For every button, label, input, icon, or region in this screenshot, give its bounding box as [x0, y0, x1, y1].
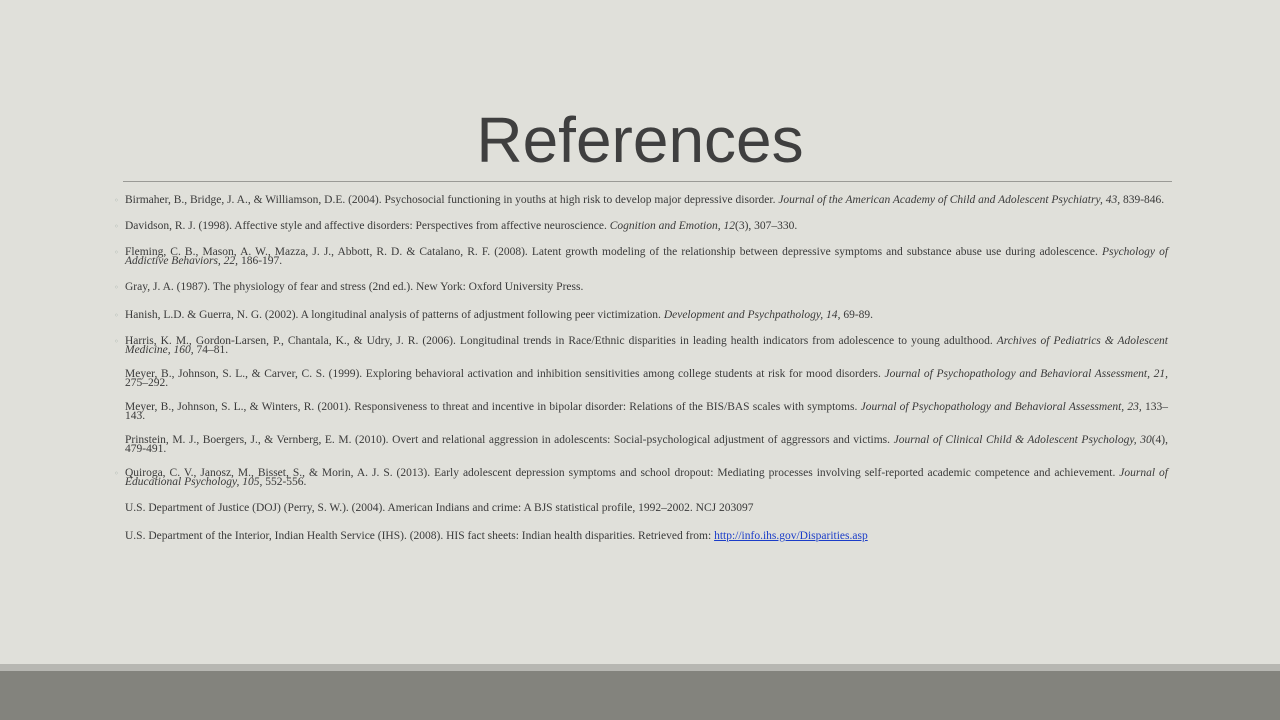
reference-text: Meyer, B., Johnson, S. L., & Carver, C. …: [125, 368, 885, 380]
reference-text: Hanish, L.D. & Guerra, N. G. (2002). A l…: [125, 309, 664, 321]
bullet-icon: ◦: [114, 311, 119, 320]
reference-link[interactable]: http://info.ihs.gov/Disparities.asp: [714, 530, 868, 542]
reference-text: 552-556.: [262, 476, 307, 488]
footer-stripe: [0, 664, 1280, 671]
title-divider: [123, 181, 1172, 182]
reference-source: Journal of the American Academy of Child…: [778, 194, 1121, 206]
reference-item: ◦ Davidson, R. J. (1998). Affective style…: [114, 220, 1168, 233]
reference-item: ◦ Gray, J. A. (1987). The physiology of f…: [114, 281, 1168, 294]
reference-item: ◦ Hanish, L.D. & Guerra, N. G. (2002). A …: [114, 309, 1168, 322]
reference-text: 74–81.: [193, 344, 229, 356]
reference-text: Meyer, B., Johnson, S. L., & Winters, R.…: [125, 401, 861, 413]
reference-item: ◦ Birmaher, B., Bridge, J. A., & Williams…: [114, 194, 1168, 206]
reference-text: Prinstein, M. J., Boergers, J., & Vernbe…: [125, 434, 894, 446]
reference-text: , 69-89.: [837, 309, 874, 321]
reference-source: Cognition and Emotion, 12: [609, 220, 735, 232]
bullet-icon: ◦: [114, 248, 119, 257]
reference-text: Davidson, R. J. (1998). Affective style …: [125, 220, 610, 232]
reference-item: ◦ Quiroga, C. V., Janosz, M., Bisset, S.,…: [114, 467, 1168, 488]
bullet-icon: ◦: [114, 283, 119, 292]
bullet-icon: ◦: [114, 222, 119, 231]
bullet-icon: ◦: [114, 469, 119, 478]
reference-source: Journal of Psychopathology and Behaviora…: [884, 368, 1169, 380]
footer-band: [0, 671, 1280, 720]
reference-text: Gray, J. A. (1987). The physiology of fe…: [125, 281, 584, 293]
reference-text: U.S. Department of Justice (DOJ) (Perry,…: [125, 502, 754, 514]
reference-source: Journal of Psychopathology and Behaviora…: [860, 401, 1142, 413]
reference-item: U.S. Department of the Interior, Indian …: [125, 530, 1168, 543]
reference-item: ◦ Fleming, C. B., Mason, A. W., Mazza, J.…: [114, 246, 1168, 267]
reference-list: ◦ Birmaher, B., Bridge, J. A., & Williams…: [114, 194, 1169, 558]
reference-text: Harris, K. M., Gordon-Larsen, P., Chanta…: [125, 335, 997, 347]
slide-title: References: [476, 104, 804, 176]
reference-source: Development and Psychpathology, 14: [663, 309, 838, 321]
bullet-icon: ◦: [114, 337, 119, 346]
reference-item: Meyer, B., Johnson, S. L., & Winters, R.…: [125, 401, 1168, 422]
bullet-icon: ◦: [114, 196, 119, 205]
reference-item: Prinstein, M. J., Boergers, J., & Vernbe…: [125, 434, 1168, 455]
reference-source: Journal of Clinical Child & Adolescent P…: [893, 434, 1152, 446]
reference-item: U.S. Department of Justice (DOJ) (Perry,…: [125, 502, 1168, 515]
reference-text: (3), 307–330.: [735, 220, 798, 232]
reference-item: Meyer, B., Johnson, S. L., & Carver, C. …: [125, 368, 1169, 389]
reference-item: ◦ Harris, K. M., Gordon-Larsen, P., Chant…: [114, 335, 1168, 356]
reference-text: Birmaher, B., Bridge, J. A., & Williamso…: [125, 194, 779, 206]
reference-text: U.S. Department of the Interior, Indian …: [125, 530, 715, 542]
reference-text: 275–292.: [125, 377, 169, 389]
reference-text: 839-846.: [1120, 194, 1165, 206]
reference-text: 186-197.: [238, 255, 283, 267]
